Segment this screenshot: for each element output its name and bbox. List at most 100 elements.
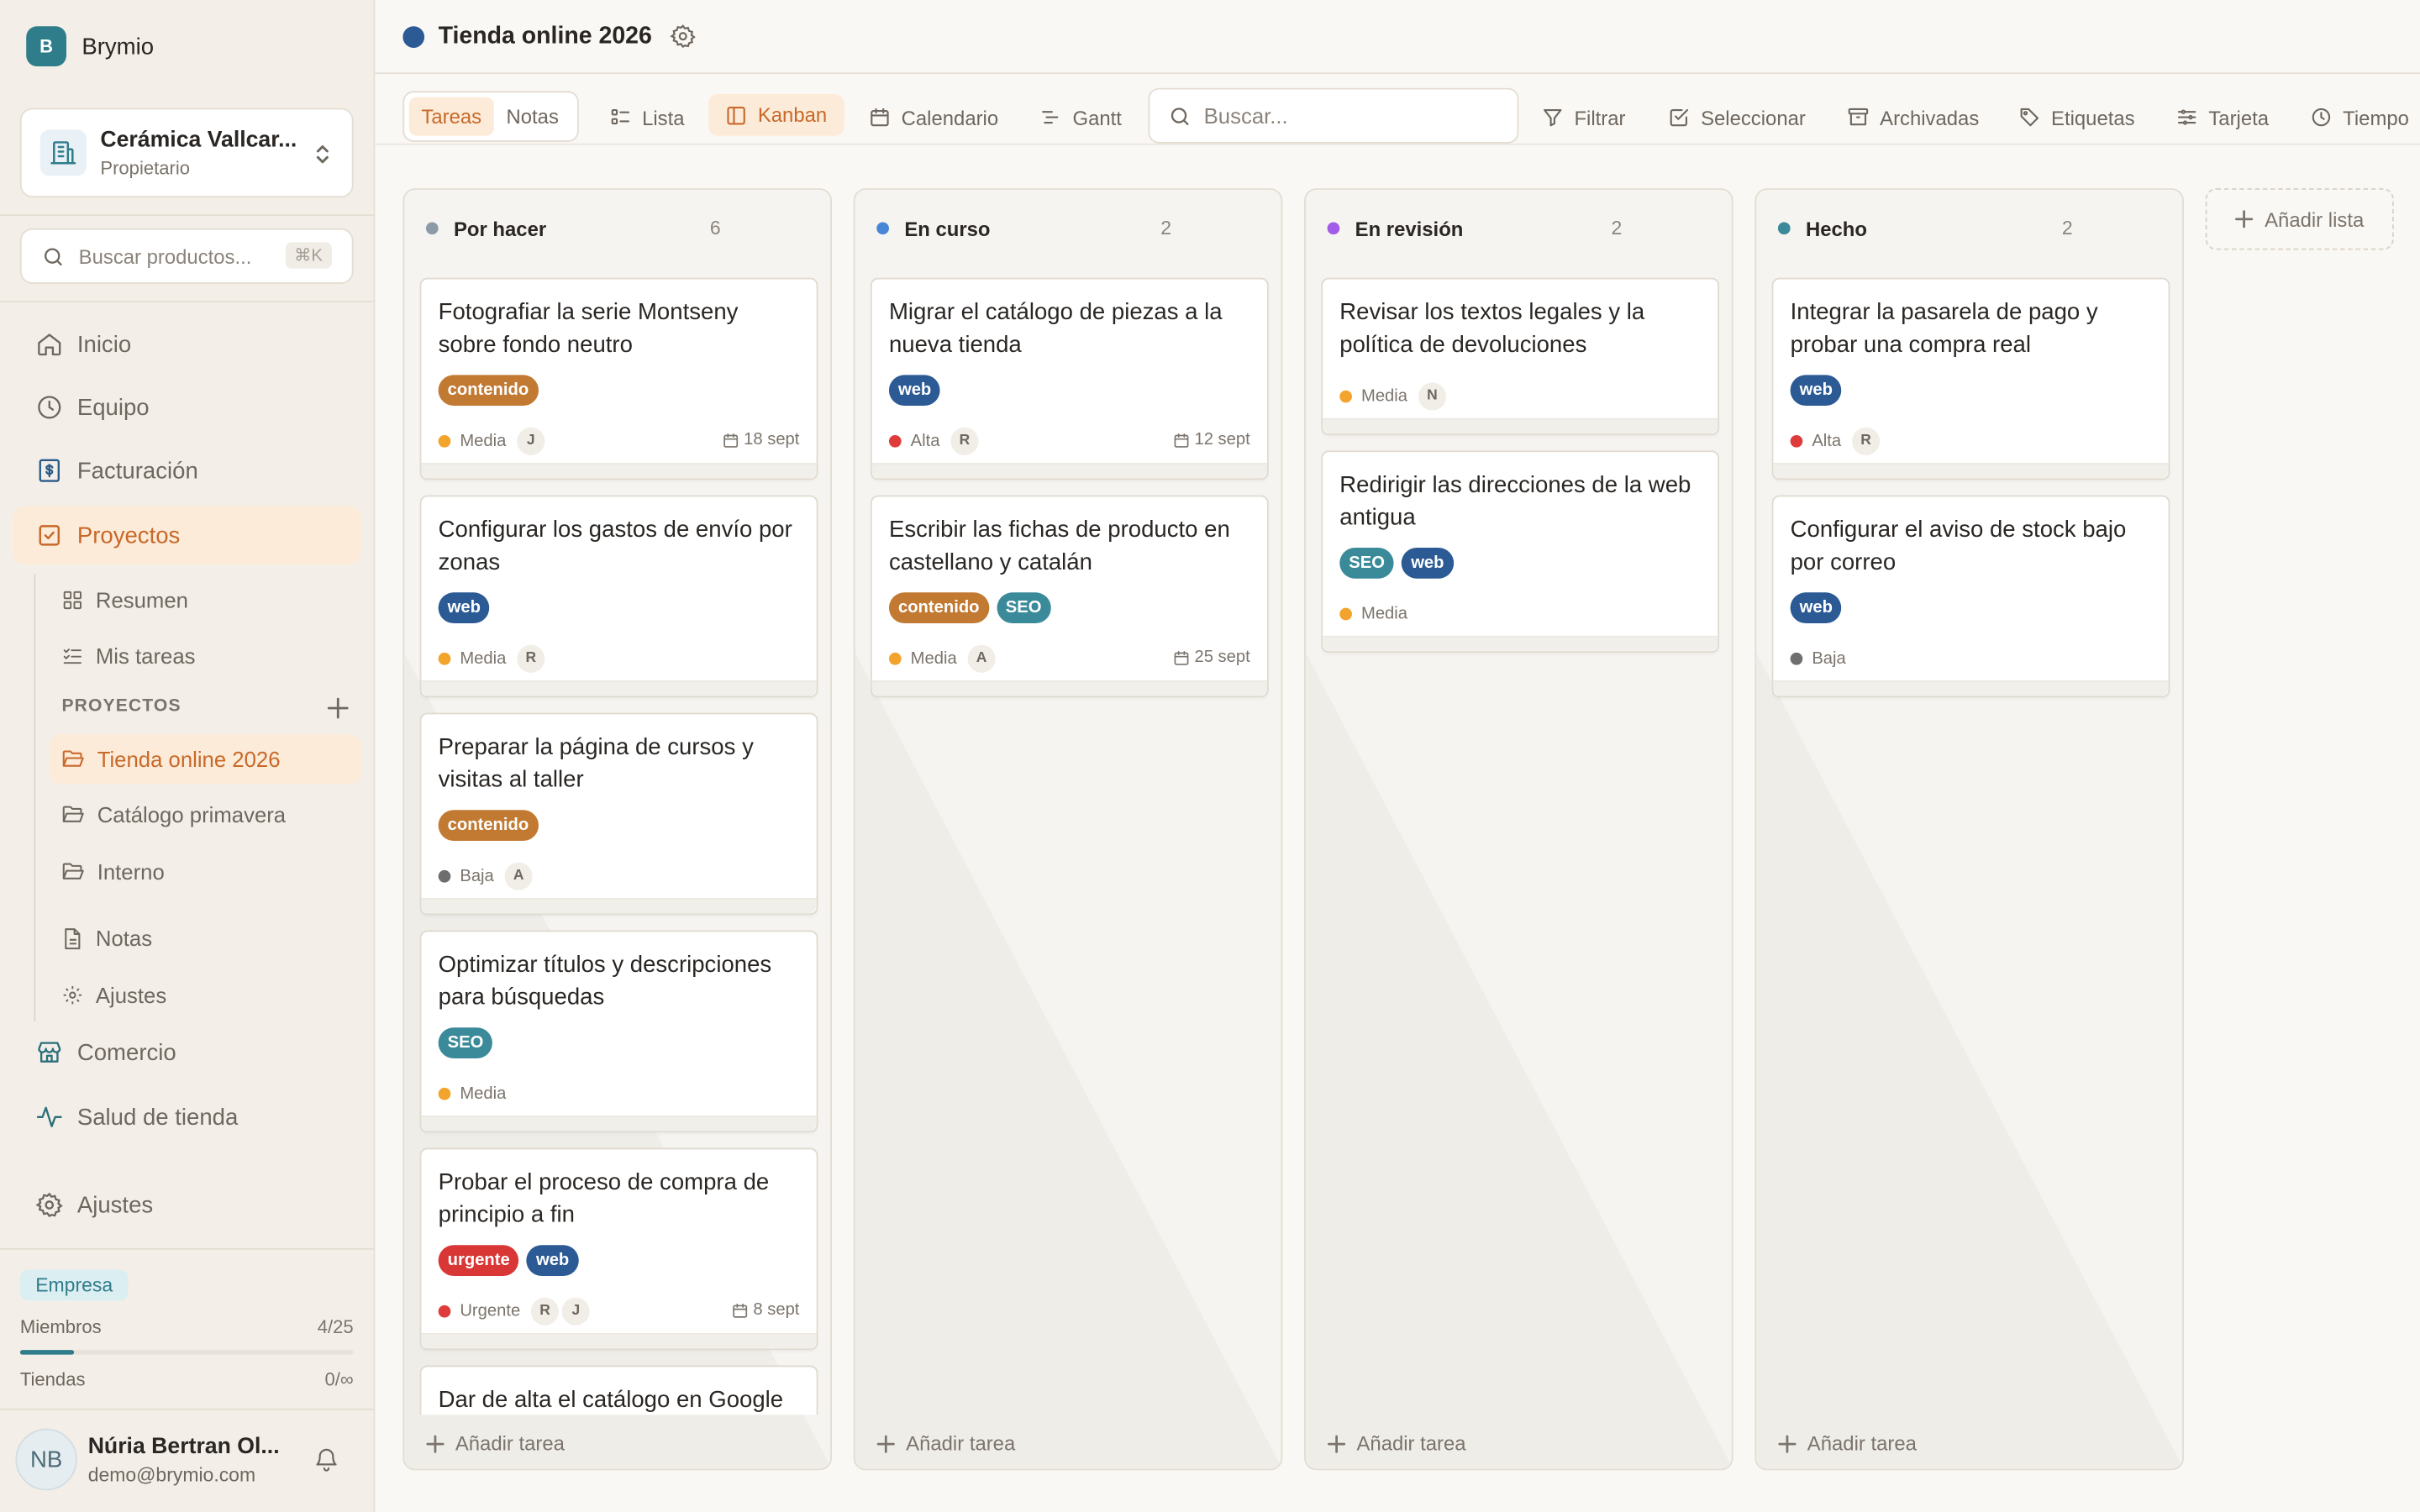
select-button[interactable]: Seleccionar (1669, 97, 1806, 138)
sub-item-label: Ajustes (95, 982, 167, 1008)
sub-item-notas[interactable]: Notas (50, 913, 361, 963)
due-date: 12 sept (1173, 430, 1250, 449)
project-label: Catálogo primavera (97, 802, 287, 827)
card-footer-bar (1323, 635, 1718, 652)
task-card[interactable]: Redirigir las direcciones de la web anti… (1321, 450, 1720, 653)
nav-item-inicio[interactable]: Inicio (13, 315, 361, 374)
search-icon (1168, 104, 1192, 128)
priority-dot (1790, 434, 1803, 447)
sub-item-label: Resumen (95, 587, 188, 613)
nav-item-salud-de-tienda[interactable]: Salud de tienda (13, 1088, 361, 1147)
task-meta: Media J 18 sept (421, 418, 816, 463)
store-icon (34, 1037, 65, 1068)
add-task-button[interactable]: Añadir tarea (1328, 1431, 1466, 1455)
card-footer-bar (1773, 680, 2169, 696)
add-task-button[interactable]: Añadir tarea (1778, 1431, 1917, 1455)
sub-item-mis-tareas[interactable]: Mis tareas (50, 631, 361, 680)
view-lista-label: Lista (642, 105, 685, 129)
view-lista-button[interactable]: Lista (610, 97, 685, 138)
folder-open-icon (61, 861, 85, 883)
archived-label: Archivadas (1880, 105, 1980, 129)
task-card[interactable]: Configurar los gastos de envío por zonas… (419, 495, 818, 698)
priority-dot (1339, 606, 1352, 620)
column-title: Hecho (1805, 217, 1867, 240)
project-settings-icon[interactable] (671, 24, 697, 50)
sub-item-ajustes[interactable]: Ajustes (50, 970, 361, 1020)
due-date-label: 25 sept (1194, 648, 1250, 667)
user-menu[interactable]: NB Núria Bertran Ol... demo@brymio.com (15, 1428, 288, 1491)
task-card[interactable]: Migrar el catálogo de piezas a la nueva … (870, 277, 1269, 480)
nav-item-facturacion[interactable]: Facturación (13, 441, 361, 500)
tag-badge: web (526, 1245, 579, 1276)
task-card[interactable]: Fotografiar la serie Montseny sobre fond… (419, 277, 818, 480)
view-gantt-label: Gantt (1072, 105, 1122, 129)
column-title: Por hacer (453, 217, 547, 240)
organization-switcher[interactable]: Cerámica Vallcar... Propietario (19, 108, 354, 198)
sub-item-resumen[interactable]: Resumen (50, 575, 361, 625)
task-meta: Media (421, 1071, 816, 1116)
column-count: 6 (709, 217, 721, 239)
task-card[interactable]: Escribir las fichas de producto en caste… (870, 495, 1269, 698)
task-search-input[interactable]: Buscar... (1148, 87, 1519, 144)
due-date-label: 12 sept (1194, 430, 1250, 449)
divider (0, 301, 376, 302)
archived-button[interactable]: Archivadas (1848, 97, 1980, 138)
task-card[interactable]: Optimizar títulos y descripciones para b… (419, 930, 818, 1133)
add-task-button[interactable]: Añadir tarea (426, 1431, 565, 1455)
task-card[interactable]: Dar de alta el catálogo en Google Mercha… (419, 1365, 818, 1415)
document-icon (61, 927, 83, 950)
card-options-button[interactable]: Tarjeta (2176, 97, 2269, 138)
calendar-icon (1173, 431, 1190, 448)
card-footer-bar (421, 1115, 817, 1131)
task-title: Preparar la página de cursos y visitas a… (438, 734, 754, 794)
task-card[interactable]: Preparar la página de cursos y visitas a… (419, 712, 818, 916)
content-tabs: Tareas Notas (402, 91, 579, 142)
task-card[interactable]: Integrar la pasarela de pago y probar un… (1771, 277, 2170, 480)
assignee-avatar: R (517, 643, 545, 672)
sub-item-label: Mis tareas (95, 643, 196, 669)
priority-dot (1339, 389, 1352, 402)
column-count: 2 (1611, 217, 1623, 239)
add-task-label: Añadir tarea (1807, 1431, 1917, 1456)
view-toolbar: Tareas Notas Lista Kanban Calendario Gan… (375, 74, 2420, 145)
column-count: 2 (2061, 217, 2073, 239)
project-item-catalogo-primavera[interactable]: Catálogo primavera (50, 790, 361, 839)
bell-icon[interactable] (313, 1446, 339, 1473)
add-project-icon[interactable] (327, 697, 349, 719)
view-gantt-button[interactable]: Gantt (1040, 97, 1122, 138)
nav-label: Salud de tienda (76, 1104, 239, 1131)
add-list-button[interactable]: Añadir lista (2205, 188, 2394, 250)
priority-dot (1790, 652, 1803, 664)
labels-button[interactable]: Etiquetas (2018, 97, 2135, 138)
tag-icon (2018, 107, 2040, 129)
priority-label: Media (460, 431, 507, 450)
members-quota-fill (19, 1350, 74, 1355)
priority-dot (438, 1304, 451, 1317)
nav-item-comercio[interactable]: Comercio (13, 1023, 361, 1082)
kanban-column: En curso 2 Migrar el catálogo de piezas a … (853, 188, 1283, 1471)
nav-item-equipo[interactable]: Equipo (13, 378, 361, 437)
task-card[interactable]: Revisar los textos legales y la política… (1321, 277, 1720, 435)
view-kanban-button[interactable]: Kanban (708, 94, 844, 136)
task-card[interactable]: Probar el proceso de compra de principio… (419, 1147, 818, 1351)
tab-tareas[interactable]: Tareas (408, 97, 494, 136)
home-icon (34, 328, 65, 360)
card-footer-bar (421, 680, 817, 696)
task-card[interactable]: Configurar el aviso de stock bajo por co… (1771, 495, 2170, 698)
filter-button[interactable]: Filtrar (1542, 97, 1625, 138)
priority-dot (438, 1086, 451, 1100)
add-task-button[interactable]: Añadir tarea (876, 1431, 1015, 1455)
view-calendario-button[interactable]: Calendario (869, 97, 998, 138)
nav-item-ajustes[interactable]: Ajustes (13, 1176, 361, 1235)
brand[interactable]: B Brymio (26, 26, 154, 66)
sidebar: B Brymio Cerámica Vallcar... Propietario… (0, 0, 376, 1512)
project-item-interno[interactable]: Interno (50, 847, 361, 896)
priority-label: Baja (1812, 648, 1846, 668)
nav-item-proyectos[interactable]: Proyectos (12, 506, 361, 565)
project-item-tienda-online[interactable]: Tienda online 2026 (49, 734, 361, 785)
product-search-input[interactable]: Buscar productos... ⌘K (19, 228, 354, 284)
time-button[interactable]: Tiempo (2311, 97, 2409, 138)
tab-notas[interactable]: Notas (494, 97, 571, 136)
kanban-column: En revisión 2 Revisar los textos legales y… (1304, 188, 1733, 1471)
task-search-placeholder: Buscar... (1203, 103, 1288, 129)
